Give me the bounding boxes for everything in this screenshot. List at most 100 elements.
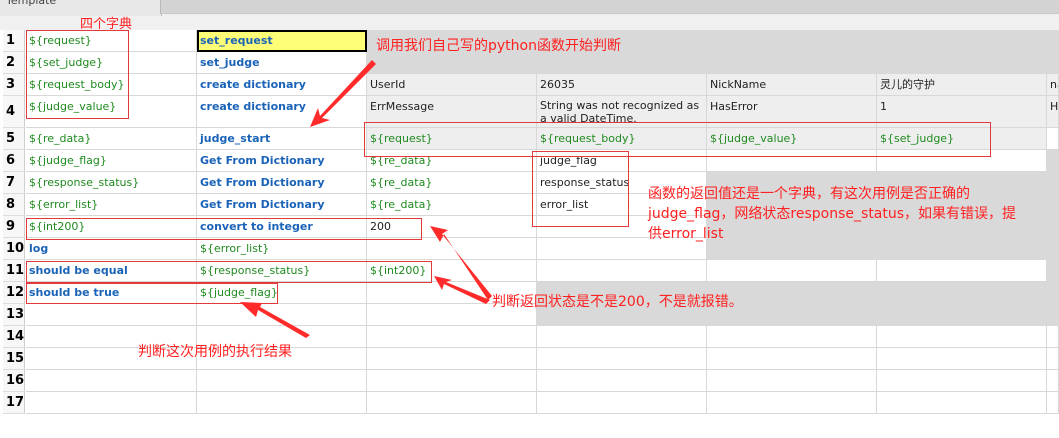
table-cell[interactable]	[1047, 370, 1059, 392]
table-cell[interactable]	[367, 392, 537, 414]
table-cell[interactable]	[197, 304, 367, 326]
table-cell[interactable]	[877, 326, 1047, 348]
table-row: 16	[0, 370, 1059, 392]
row-number[interactable]: 13	[3, 304, 25, 326]
table-cell[interactable]: create dictionary	[197, 96, 367, 128]
table-cell[interactable]	[1047, 52, 1059, 74]
row-number[interactable]: 9	[3, 216, 25, 238]
table-cell[interactable]	[1047, 150, 1059, 172]
table-cell[interactable]	[367, 348, 537, 370]
table-cell[interactable]	[367, 238, 537, 260]
table-cell[interactable]	[1047, 238, 1059, 260]
annotation-box-should-equal	[26, 261, 432, 283]
table-cell[interactable]: HR	[1047, 96, 1059, 128]
table-cell[interactable]	[707, 348, 877, 370]
table-cell[interactable]	[707, 370, 877, 392]
table-cell[interactable]	[1047, 326, 1059, 348]
table-cell[interactable]: UserId	[367, 74, 537, 96]
table-cell[interactable]	[26, 304, 197, 326]
table-cell[interactable]	[1047, 392, 1059, 414]
table-cell[interactable]: set_request	[197, 30, 367, 52]
table-cell[interactable]	[1047, 348, 1059, 370]
table-cell[interactable]	[1047, 30, 1059, 52]
table-cell[interactable]: ${re_data}	[26, 128, 197, 150]
table-cell[interactable]	[877, 304, 1047, 326]
note-call-function: 调用我们自己写的python函数开始判断	[376, 38, 621, 54]
row-number[interactable]: 12	[3, 282, 25, 304]
annotation-box-int200	[26, 218, 422, 240]
table-cell[interactable]	[1047, 216, 1059, 238]
table-cell[interactable]	[1047, 260, 1059, 282]
table-cell[interactable]	[877, 30, 1047, 52]
table-cell[interactable]: na	[1047, 74, 1059, 96]
row-number[interactable]: 17	[3, 392, 25, 414]
table-cell[interactable]	[367, 52, 537, 74]
row-number[interactable]: 3	[3, 74, 25, 96]
row-number[interactable]: 8	[3, 194, 25, 216]
table-cell[interactable]	[707, 392, 877, 414]
table-cell[interactable]	[1047, 128, 1059, 150]
table-cell[interactable]	[707, 30, 877, 52]
table-cell[interactable]: ${error_list}	[197, 238, 367, 260]
row-number[interactable]: 5	[3, 128, 25, 150]
table-cell[interactable]	[1047, 172, 1059, 194]
table-cell[interactable]: set_judge	[197, 52, 367, 74]
table-cell[interactable]	[367, 326, 537, 348]
row-number[interactable]: 6	[3, 150, 25, 172]
table-cell[interactable]	[537, 392, 707, 414]
table-cell[interactable]	[537, 52, 707, 74]
table-cell[interactable]	[877, 392, 1047, 414]
table-cell[interactable]: log	[26, 238, 197, 260]
row-number[interactable]: 11	[3, 260, 25, 282]
table-cell[interactable]	[197, 392, 367, 414]
table-cell[interactable]: ${re_data}	[367, 172, 537, 194]
table-cell[interactable]	[707, 52, 877, 74]
row-number[interactable]: 16	[3, 370, 25, 392]
table-cell[interactable]	[877, 282, 1047, 304]
table-cell[interactable]	[877, 52, 1047, 74]
table-row: 10 log ${error_list}	[0, 238, 1059, 260]
table-cell[interactable]: Get From Dictionary	[197, 172, 367, 194]
row-number[interactable]: 15	[3, 348, 25, 370]
table-cell[interactable]: create dictionary	[197, 74, 367, 96]
table-cell[interactable]: ${judge_flag}	[26, 150, 197, 172]
table-cell[interactable]: judge_start	[197, 128, 367, 150]
table-cell[interactable]	[877, 238, 1047, 260]
table-row: 3 ${request_body} create dictionary UserId 2…	[0, 74, 1059, 96]
table-cell[interactable]	[877, 348, 1047, 370]
table-cell[interactable]	[877, 260, 1047, 282]
row-number[interactable]: 1	[3, 30, 25, 52]
table-cell[interactable]	[707, 326, 877, 348]
table-cell[interactable]: ${response_status}	[26, 172, 197, 194]
row-number[interactable]: 2	[3, 52, 25, 74]
table-cell[interactable]: 灵儿的守护	[877, 74, 1047, 96]
tab-bar	[160, 0, 1059, 14]
table-cell[interactable]	[367, 370, 537, 392]
row-number[interactable]: 10	[3, 238, 25, 260]
table-cell[interactable]	[26, 392, 197, 414]
table-cell[interactable]	[877, 370, 1047, 392]
note-return-line2: judge_flag，网络状态response_status，如果有错误，提	[648, 206, 1017, 222]
table-cell[interactable]: 26035	[537, 74, 707, 96]
table-cell[interactable]	[197, 370, 367, 392]
table-cell[interactable]: NickName	[707, 74, 877, 96]
table-cell[interactable]	[707, 238, 877, 260]
table-cell[interactable]	[1047, 194, 1059, 216]
table-cell[interactable]	[707, 260, 877, 282]
table-cell[interactable]: ${re_data}	[367, 194, 537, 216]
table-cell[interactable]	[26, 370, 197, 392]
table-cell[interactable]	[537, 326, 707, 348]
table-cell[interactable]: ${error_list}	[26, 194, 197, 216]
annotation-box-judge-args	[364, 122, 991, 157]
table-cell[interactable]	[1047, 304, 1059, 326]
annotation-box-dict-keys	[532, 151, 629, 227]
table-cell[interactable]	[537, 348, 707, 370]
table-cell[interactable]	[1047, 282, 1059, 304]
row-number[interactable]: 4	[3, 96, 25, 128]
table-cell[interactable]: Get From Dictionary	[197, 150, 367, 172]
table-cell[interactable]	[537, 260, 707, 282]
row-number[interactable]: 7	[3, 172, 25, 194]
row-number[interactable]: 14	[3, 326, 25, 348]
table-cell[interactable]	[537, 370, 707, 392]
table-cell[interactable]: Get From Dictionary	[197, 194, 367, 216]
